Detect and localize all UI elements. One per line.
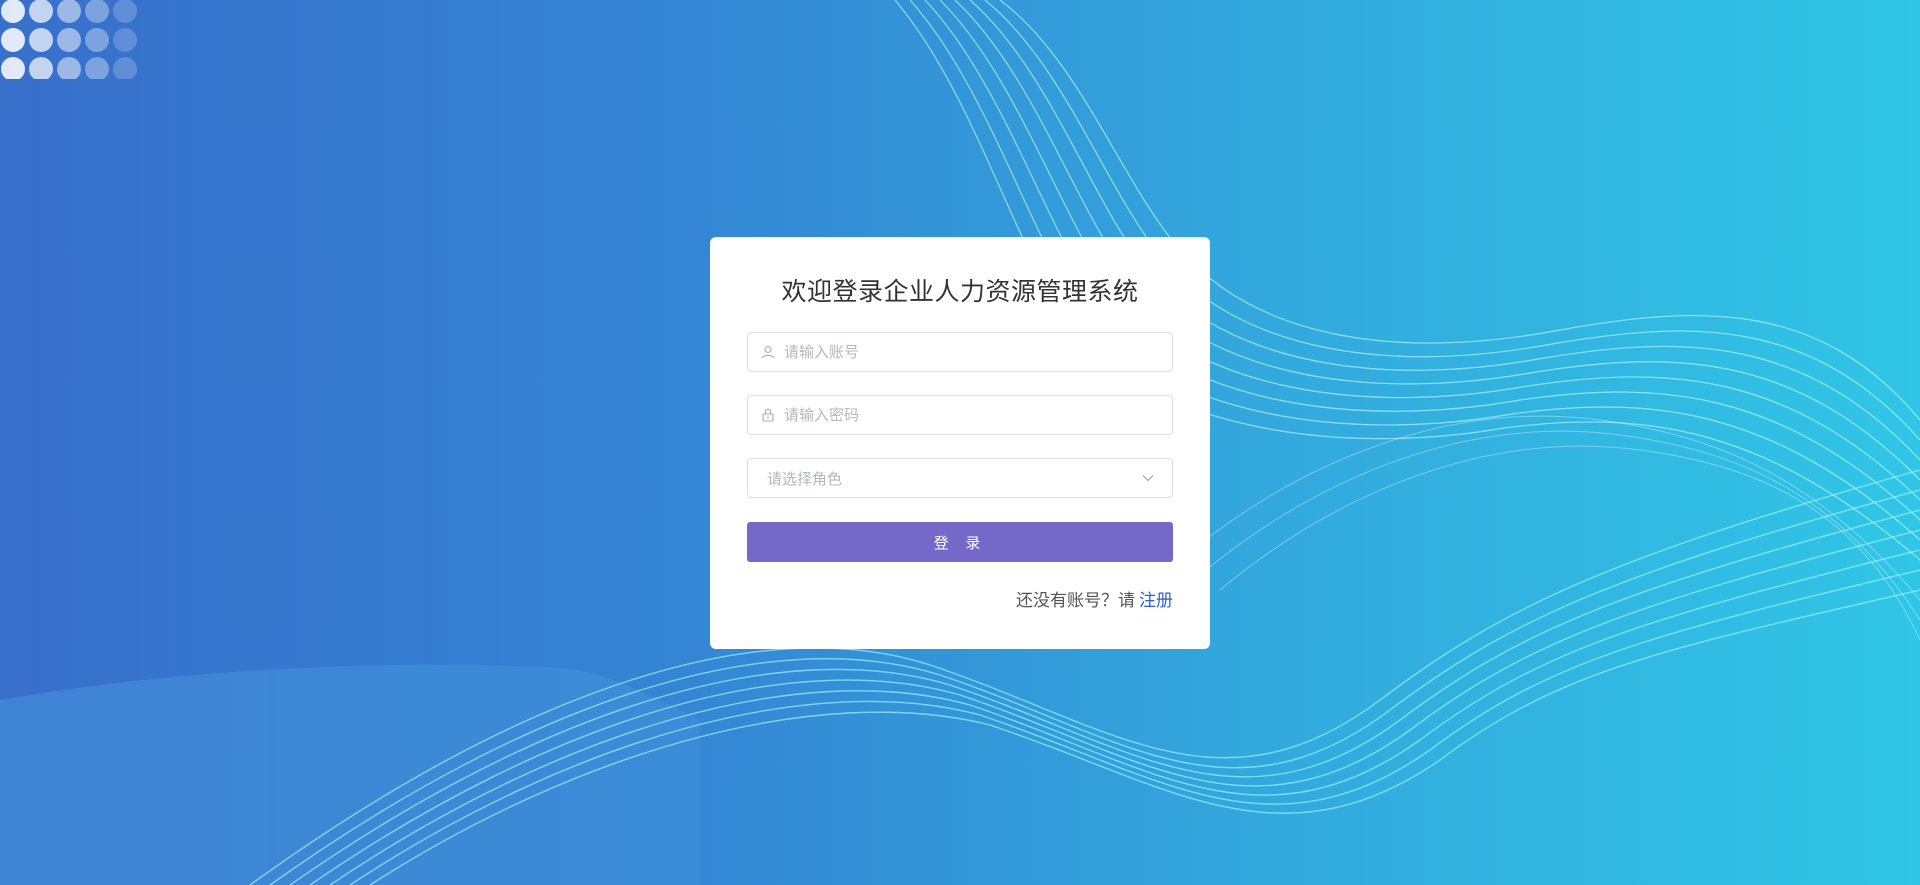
password-field[interactable] <box>747 395 1173 435</box>
user-icon <box>760 344 776 360</box>
lock-icon <box>760 407 776 423</box>
username-input[interactable] <box>784 333 1172 371</box>
role-select[interactable]: 请选择角色 <box>747 458 1173 498</box>
register-link[interactable]: 注册 <box>1139 591 1173 611</box>
login-title: 欢迎登录企业人力资源管理系统 <box>781 277 1139 306</box>
login-card: 欢迎登录企业人力资源管理系统 请选择角色 登 录 还没有 <box>710 237 1210 649</box>
register-row: 还没有账号？请 注册 <box>747 586 1173 611</box>
register-prompt: 还没有账号？请 <box>1016 591 1135 611</box>
login-button[interactable]: 登 录 <box>747 522 1173 562</box>
password-input[interactable] <box>784 396 1172 434</box>
chevron-down-icon <box>1140 470 1156 486</box>
dots-decoration <box>1 0 137 79</box>
role-select-placeholder: 请选择角色 <box>767 469 843 488</box>
username-field[interactable] <box>747 332 1173 372</box>
